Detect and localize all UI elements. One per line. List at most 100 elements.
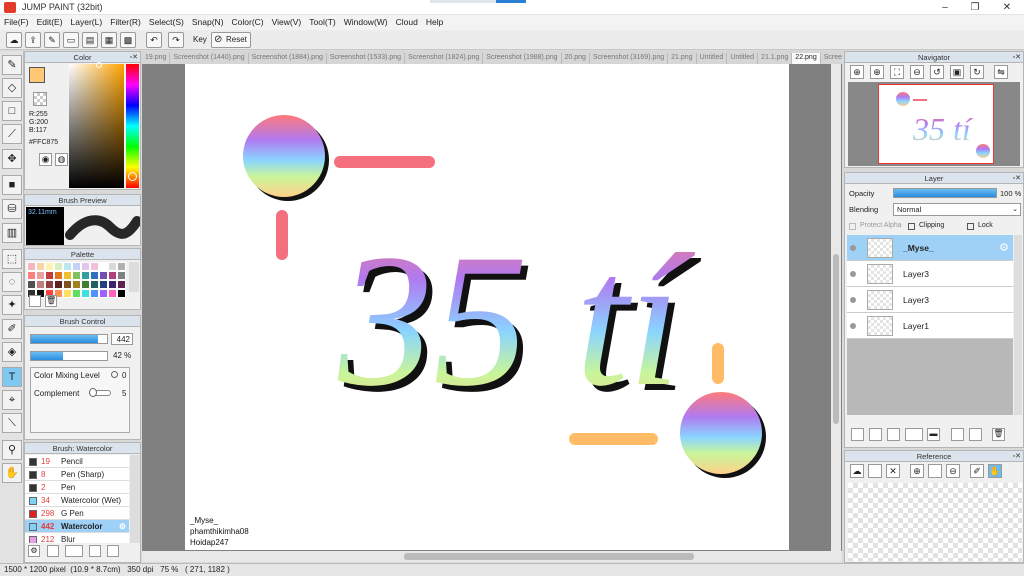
reference-close-file-icon[interactable]: ✕ bbox=[886, 464, 900, 478]
blending-select[interactable]: Normal ⌄ bbox=[893, 203, 1021, 216]
palette-swatch[interactable] bbox=[108, 280, 117, 289]
document-tab[interactable]: 21.1.png bbox=[758, 53, 793, 64]
rotate-right-icon[interactable]: ↻ bbox=[970, 65, 984, 79]
menu-view[interactable]: View(V) bbox=[268, 15, 306, 29]
layer-gear-icon[interactable]: ⚙ bbox=[999, 235, 1009, 261]
lasso-tool-icon[interactable]: ◌ bbox=[2, 272, 22, 292]
reference-zoom-out-icon[interactable]: ⊖ bbox=[946, 464, 960, 478]
brush-list-item[interactable]: 19 Pencil bbox=[25, 455, 129, 468]
menu-cloud[interactable]: Cloud bbox=[392, 15, 422, 29]
palette-swatch[interactable] bbox=[90, 289, 99, 298]
menu-color[interactable]: Color(C) bbox=[228, 15, 268, 29]
divide-tool-icon[interactable]: ⟍ bbox=[2, 413, 22, 433]
eye-icon[interactable] bbox=[850, 323, 856, 329]
palette-swatch[interactable] bbox=[99, 262, 108, 271]
reference-cloud-icon[interactable]: ☁ bbox=[850, 464, 864, 478]
document-tab[interactable]: Screenshot (1824).png bbox=[405, 53, 484, 64]
reference-eyedropper-icon[interactable]: ✐ bbox=[970, 464, 984, 478]
palette-swatch[interactable] bbox=[81, 271, 90, 280]
fit-window-icon[interactable]: ⛶ bbox=[890, 65, 904, 79]
eyedropper-tool-icon[interactable]: ⚲ bbox=[2, 440, 22, 460]
eye-icon[interactable] bbox=[850, 271, 856, 277]
delete-layer-icon[interactable]: 🗑 bbox=[992, 428, 1005, 441]
palette-swatch[interactable] bbox=[81, 280, 90, 289]
eye-icon[interactable] bbox=[850, 245, 856, 251]
magic-wand-tool-icon[interactable]: ✦ bbox=[2, 295, 22, 315]
brush-settings-icon[interactable]: ⚙ bbox=[28, 545, 40, 557]
document-tab[interactable]: Untitled bbox=[727, 53, 759, 64]
zoom-out-icon[interactable]: ⊖ bbox=[910, 65, 924, 79]
palette-swatch[interactable] bbox=[90, 280, 99, 289]
palette-swatch[interactable] bbox=[108, 262, 117, 271]
palette-swatch[interactable] bbox=[81, 289, 90, 298]
lock-checkbox[interactable] bbox=[967, 223, 974, 230]
operation-tool-icon[interactable]: ⌖ bbox=[2, 390, 22, 410]
layer-row[interactable]: _Myse_ ⚙ bbox=[847, 235, 1013, 261]
document-tab[interactable]: 20.png bbox=[562, 53, 590, 64]
cloud-icon[interactable]: ☁ bbox=[6, 32, 22, 48]
menu-window[interactable]: Window(W) bbox=[340, 15, 392, 29]
document-tab[interactable]: Screenshot (1533).png bbox=[327, 53, 406, 64]
horizontal-scroll-thumb[interactable] bbox=[404, 553, 694, 560]
clipping-checkbox[interactable] bbox=[908, 223, 915, 230]
layer-menu-icon[interactable] bbox=[905, 428, 923, 441]
reference-canvas[interactable] bbox=[848, 483, 1022, 561]
palette-scrollbar[interactable] bbox=[129, 262, 139, 292]
brush-menu-icon[interactable] bbox=[65, 545, 83, 557]
brush-list-scrollbar[interactable] bbox=[130, 455, 140, 543]
horizontal-scrollbar[interactable] bbox=[142, 551, 842, 562]
document-icon[interactable]: ▤ bbox=[82, 32, 98, 48]
rotate-left-icon[interactable]: ↺ bbox=[930, 65, 944, 79]
color-mixing-toggle[interactable] bbox=[111, 371, 118, 378]
palette-swatch[interactable] bbox=[90, 262, 99, 271]
zoom-in-icon[interactable]: ⊕ bbox=[870, 65, 884, 79]
palette-new-icon[interactable] bbox=[29, 295, 41, 307]
reference-fit-icon[interactable] bbox=[928, 464, 942, 478]
navigator-close-icon[interactable]: ▫✕ bbox=[1013, 52, 1021, 63]
folder-icon[interactable]: ▬ bbox=[927, 428, 940, 441]
reference-hand-icon[interactable]: ✋ bbox=[988, 464, 1002, 478]
palette-swatch[interactable] bbox=[117, 262, 126, 271]
palette-swatch[interactable] bbox=[72, 262, 81, 271]
palette-swatch[interactable] bbox=[90, 271, 99, 280]
background-color-swatch[interactable] bbox=[33, 92, 47, 106]
brush-list-item[interactable]: 2 Pen bbox=[25, 481, 129, 494]
layer-row[interactable]: Layer3 bbox=[847, 261, 1013, 287]
palette-swatch[interactable] bbox=[63, 262, 72, 271]
comment-icon[interactable]: ✎ bbox=[44, 32, 60, 48]
layer-close-icon[interactable]: ▫✕ bbox=[1013, 173, 1021, 184]
brush-copy-icon[interactable] bbox=[89, 545, 101, 557]
minimize-icon[interactable]: – bbox=[930, 1, 960, 14]
palette-swatch[interactable] bbox=[36, 271, 45, 280]
brush-tool-icon[interactable]: ✎ bbox=[2, 55, 22, 75]
message-icon[interactable]: ▭ bbox=[63, 32, 79, 48]
menu-select[interactable]: Select(S) bbox=[145, 15, 188, 29]
picker-icon[interactable]: ◍ bbox=[55, 153, 68, 166]
palette-swatch[interactable] bbox=[54, 280, 63, 289]
palette-swatch[interactable] bbox=[54, 271, 63, 280]
palette-swatch[interactable] bbox=[117, 280, 126, 289]
brush-list-item[interactable]: 212 Blur bbox=[25, 533, 129, 543]
palette-swatch[interactable] bbox=[45, 271, 54, 280]
menu-filter[interactable]: Filter(R) bbox=[106, 15, 145, 29]
palette-swatch[interactable] bbox=[27, 280, 36, 289]
layer-row[interactable]: Layer3 bbox=[847, 287, 1013, 313]
layer-opacity-slider[interactable] bbox=[893, 188, 997, 198]
palette-swatch[interactable] bbox=[99, 280, 108, 289]
brush-size-slider[interactable] bbox=[30, 334, 108, 344]
palette-swatch[interactable] bbox=[54, 262, 63, 271]
brush-size-input[interactable]: 442 bbox=[111, 333, 133, 345]
document-tab[interactable]: Screenshot (1988).png bbox=[483, 53, 562, 64]
layer-row[interactable]: Layer1 bbox=[847, 313, 1013, 339]
palette-swatch[interactable] bbox=[36, 262, 45, 271]
menu-snap[interactable]: Snap(N) bbox=[188, 15, 228, 29]
navigator-viewport[interactable]: 35 tí bbox=[848, 82, 1020, 166]
document-tab[interactable]: Screenshot (3169).png bbox=[590, 53, 669, 64]
palette-swatch[interactable] bbox=[45, 262, 54, 271]
palette-swatch[interactable] bbox=[72, 289, 81, 298]
select-eraser-tool-icon[interactable]: ◈ bbox=[2, 342, 22, 362]
reference-close-icon[interactable]: ▫✕ bbox=[1013, 451, 1021, 462]
document-tab[interactable]: Screens bbox=[821, 53, 842, 64]
bucket-tool-icon[interactable]: ⛁ bbox=[2, 199, 22, 219]
select-rect-tool-icon[interactable]: ⬚ bbox=[2, 249, 22, 269]
